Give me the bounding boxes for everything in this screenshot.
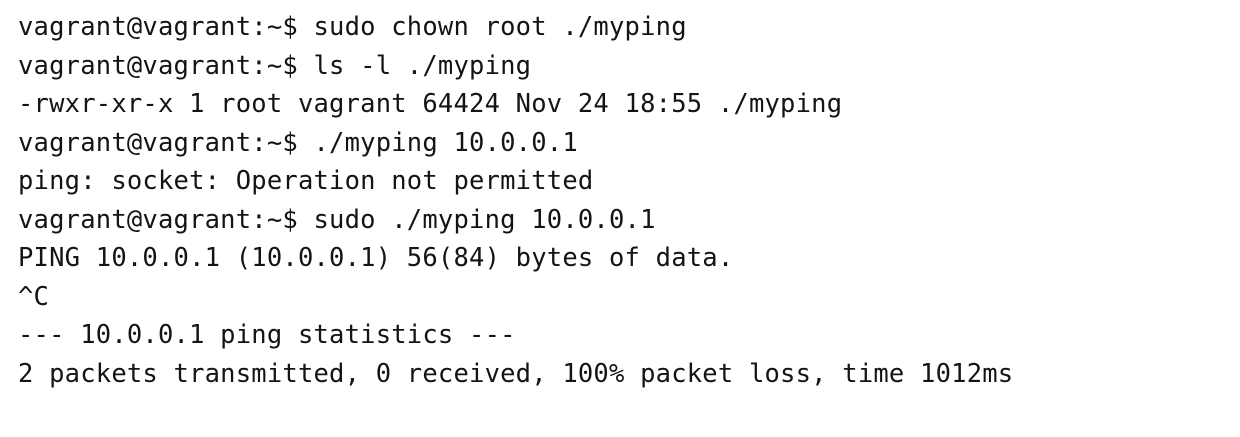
output-line-ping-header: PING 10.0.0.1 (10.0.0.1) 56(84) bytes of…: [18, 243, 734, 273]
command-line-chown: vagrant@vagrant:~$ sudo chown root ./myp…: [18, 12, 687, 42]
terminal-output[interactable]: vagrant@vagrant:~$ sudo chown root ./myp…: [18, 8, 1228, 393]
command-line-sudo-myping: vagrant@vagrant:~$ sudo ./myping 10.0.0.…: [18, 204, 656, 235]
output-line-stats-summary: 2 packets transmitted, 0 received, 100% …: [18, 358, 1014, 389]
output-line-file-listing: -rwxr-xr-x 1 root vagrant 64424 Nov 24 1…: [18, 89, 843, 119]
output-line-error: ping: socket: Operation not permitted: [18, 166, 594, 196]
output-line-interrupt: ^C: [18, 281, 50, 312]
output-line-stats-header: --- 10.0.0.1 ping statistics ---: [18, 320, 516, 350]
command-line-myping: vagrant@vagrant:~$ ./myping 10.0.0.1: [18, 127, 578, 158]
command-line-ls: vagrant@vagrant:~$ ls -l ./myping: [18, 50, 532, 81]
